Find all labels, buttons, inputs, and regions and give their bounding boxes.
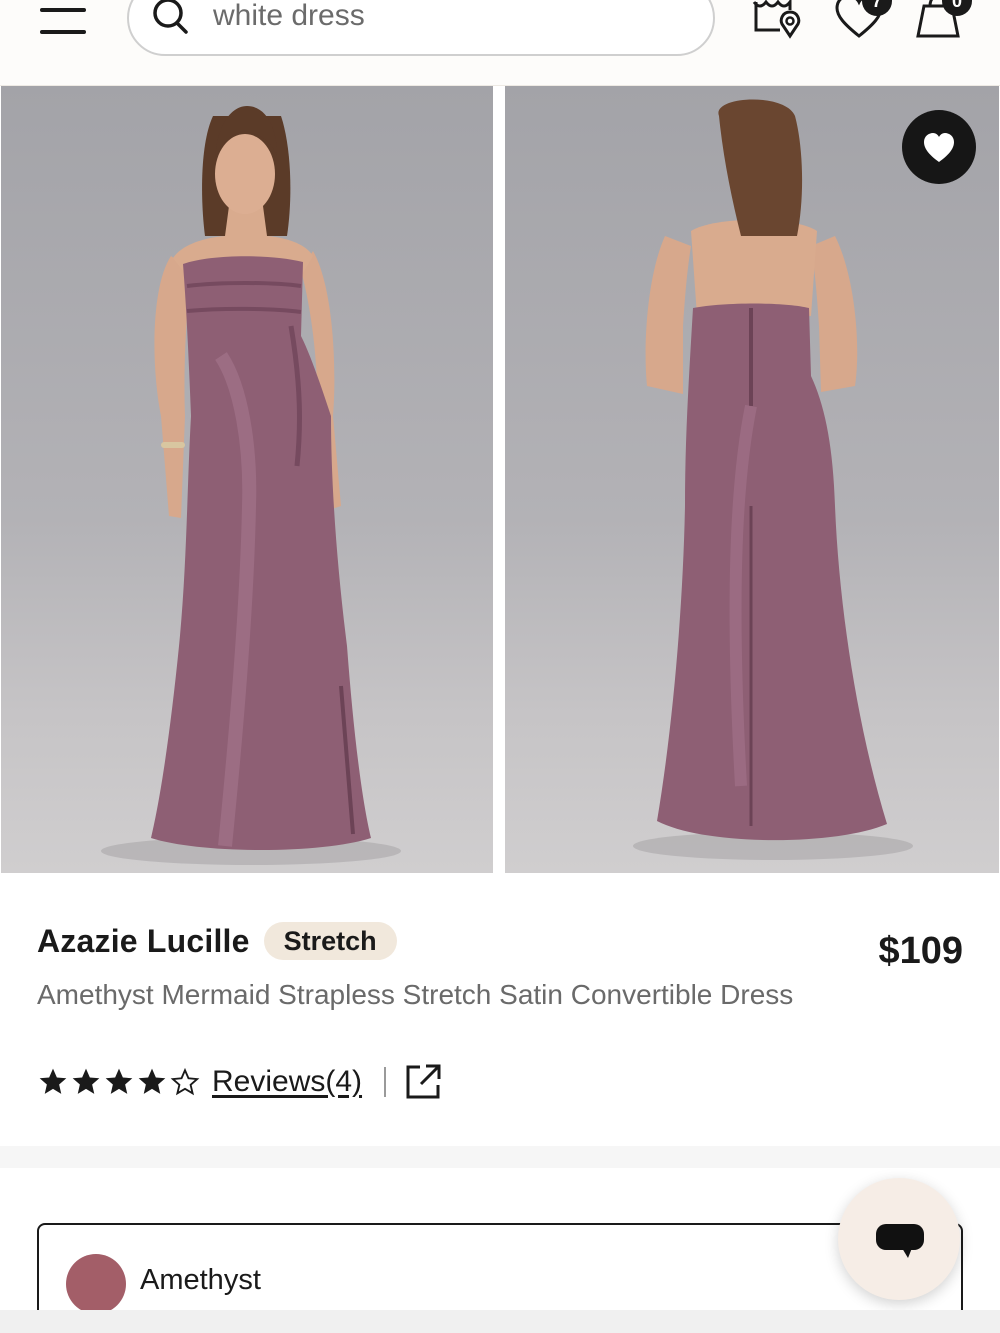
- star-filled-icon: [72, 1068, 100, 1094]
- rating-row: Reviews(4): [37, 1060, 442, 1104]
- top-header: 7 0: [0, 0, 1000, 86]
- star-filled-icon: [39, 1068, 67, 1094]
- brand-row: Azazie Lucille Stretch: [37, 921, 397, 961]
- star-filled-icon: [138, 1068, 166, 1094]
- add-to-wishlist-button[interactable]: [902, 110, 976, 184]
- search-input[interactable]: [213, 0, 693, 36]
- star-empty-icon: [170, 1067, 200, 1096]
- store-location-icon[interactable]: [752, 0, 804, 40]
- bottom-edge: [0, 1310, 1000, 1333]
- product-image-back[interactable]: [505, 86, 999, 873]
- star-filled-icon: [105, 1068, 133, 1094]
- product-price: $109: [878, 930, 963, 972]
- product-image-front[interactable]: [1, 86, 493, 873]
- divider: [384, 1067, 387, 1097]
- heart-icon: [924, 133, 954, 162]
- search-icon[interactable]: [150, 0, 190, 36]
- product-title: Amethyst Mermaid Strapless Stretch Satin…: [37, 979, 794, 1010]
- live-chat-button[interactable]: [838, 1178, 960, 1300]
- chat-bubble-icon: [876, 1224, 924, 1258]
- external-link-icon[interactable]: [404, 1063, 442, 1101]
- brand-name[interactable]: Azazie Lucille: [37, 923, 250, 960]
- stretch-tag: Stretch: [263, 922, 397, 960]
- section-divider: [0, 1146, 1000, 1168]
- reviews-link[interactable]: Reviews(4): [212, 1065, 362, 1099]
- color-swatch[interactable]: [66, 1254, 126, 1314]
- star-rating: [37, 1066, 202, 1098]
- hamburger-menu-icon[interactable]: [40, 0, 88, 36]
- selected-color-name: Amethyst: [140, 1264, 261, 1296]
